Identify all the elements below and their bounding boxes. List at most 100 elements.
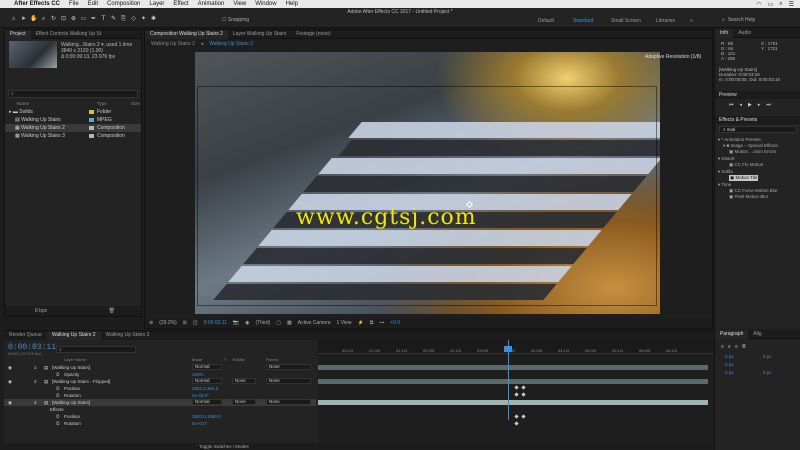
- layer-name[interactable]: [Walking Up Stairs - Flopped]: [52, 378, 110, 385]
- menu-effect[interactable]: Effect: [173, 1, 188, 7]
- indent-first-value[interactable]: 0 px: [725, 362, 734, 367]
- play-icon[interactable]: ▶: [748, 102, 752, 108]
- keyframe[interactable]: [514, 392, 519, 397]
- pan-behind-tool-icon[interactable]: ⊕: [70, 16, 77, 23]
- menu-animation[interactable]: Animation: [198, 1, 225, 7]
- space-before-value[interactable]: 0 px: [725, 370, 734, 375]
- project-item-comp-3[interactable]: ▦ Walking Up Stairs 3 Composition: [5, 132, 141, 140]
- eraser-tool-icon[interactable]: ◇: [130, 16, 137, 23]
- magnification-icon[interactable]: ⊕: [149, 320, 153, 326]
- project-item-solids[interactable]: ▸ ▬ Solids Folder: [5, 108, 141, 116]
- flowchart-icon[interactable]: ⊶: [379, 320, 384, 326]
- clone-stamp-tool-icon[interactable]: ⎘: [120, 16, 127, 23]
- tab-info[interactable]: Info: [715, 28, 734, 38]
- next-frame-icon[interactable]: ▸: [758, 102, 761, 108]
- col-layer-name[interactable]: Layer Name: [64, 357, 86, 362]
- grid-icon[interactable]: ⊞: [183, 320, 187, 326]
- property-row-opacity[interactable]: ⏱ Opacity 100%: [4, 371, 316, 378]
- property-value[interactable]: 0x+0.0°: [192, 420, 207, 427]
- tab-audio[interactable]: Audio: [733, 29, 756, 38]
- workspace-default[interactable]: Default: [538, 18, 554, 24]
- layer-bar-2[interactable]: [318, 379, 708, 384]
- menu-help[interactable]: Help: [286, 1, 298, 7]
- fx-pixel-motion-blur[interactable]: ▣ Pixel Motion Blur: [729, 194, 768, 200]
- rectangle-tool-icon[interactable]: ▭: [80, 16, 87, 23]
- indent-right-value[interactable]: 0 px: [763, 354, 772, 359]
- workspace-small-screen[interactable]: Small Screen: [611, 18, 641, 24]
- channel-icon[interactable]: ◉: [245, 320, 249, 326]
- playhead-line[interactable]: [508, 340, 509, 420]
- effects-search-input[interactable]: ⌕ moti: [719, 126, 797, 133]
- keyframe[interactable]: [514, 421, 519, 426]
- menu-file[interactable]: File: [69, 1, 79, 7]
- snapshot-icon[interactable]: 📷: [233, 320, 239, 326]
- layer-bounding-box[interactable]: [197, 86, 657, 306]
- selection-tool-icon[interactable]: ➤: [20, 16, 27, 23]
- puppet-tool-icon[interactable]: ✱: [150, 16, 157, 23]
- workspace-standard[interactable]: Standard: [573, 18, 593, 24]
- col-t[interactable]: T: [224, 357, 226, 362]
- fx-cc-flo-motion[interactable]: ▣ CC Flo Motion: [729, 162, 763, 168]
- tab-timeline-stairs-3[interactable]: Walking Up Stairs 3: [101, 331, 155, 340]
- align-center-icon[interactable]: ≡: [728, 344, 731, 350]
- visibility-eye-icon[interactable]: ◉: [8, 378, 12, 385]
- timeline-icon[interactable]: ⧉: [370, 320, 374, 326]
- property-row-position-3[interactable]: ⏱ Position 1920.0,1080.0: [4, 413, 316, 420]
- rotate-tool-icon[interactable]: ↻: [50, 16, 57, 23]
- composition-viewer[interactable]: [195, 52, 660, 314]
- last-frame-icon[interactable]: ⏭: [766, 102, 771, 108]
- brush-tool-icon[interactable]: ✎: [110, 16, 117, 23]
- track-matte-dropdown[interactable]: None: [232, 399, 256, 405]
- view-layout-dropdown[interactable]: 1 View: [337, 320, 352, 326]
- tab-effect-controls[interactable]: Effect Controls Walking Up St: [31, 30, 107, 39]
- menu-list-icon[interactable]: ☰: [789, 1, 794, 8]
- keyframe[interactable]: [514, 385, 519, 390]
- layer-name[interactable]: [Walking Up Stairs]: [52, 399, 90, 406]
- blend-mode-dropdown[interactable]: Normal: [192, 378, 222, 384]
- tab-render-queue[interactable]: Render Queue: [4, 331, 47, 340]
- keyframe[interactable]: [521, 414, 526, 419]
- project-search-input[interactable]: ⌕: [8, 90, 138, 98]
- layer-row-2[interactable]: ◉ 2 ▤ [Walking Up Stairs - Flopped] Norm…: [4, 378, 316, 385]
- justify-icon[interactable]: ≣: [742, 344, 746, 350]
- parent-dropdown[interactable]: None: [266, 378, 311, 384]
- indent-left-value[interactable]: 0 px: [725, 354, 734, 359]
- col-name[interactable]: Name: [17, 101, 29, 106]
- layer-bar-3[interactable]: [318, 400, 708, 405]
- fx-motion-tile[interactable]: ▣ Motion Tile: [729, 175, 759, 181]
- timeline-tracks[interactable]: 00:12f 01:00f 01:12f 02:00f 02:12f 03:00…: [318, 340, 713, 444]
- subtab-stairs-2[interactable]: Walking Up Stairs 2: [209, 40, 253, 48]
- preview-header[interactable]: Preview: [715, 91, 800, 99]
- layer-row-1[interactable]: ◉ 1 ▤ [Walking Up Stairs] Normal None: [4, 364, 316, 371]
- stopwatch-icon[interactable]: ⏱: [56, 413, 60, 420]
- mask-icon[interactable]: ◫: [193, 320, 198, 326]
- track-matte-dropdown[interactable]: None: [232, 378, 256, 384]
- col-parent[interactable]: Parent: [266, 357, 278, 362]
- viewer-timecode[interactable]: 0:00:03:11: [204, 320, 227, 326]
- stopwatch-icon[interactable]: ⏱: [56, 371, 60, 378]
- subtab-stairs-3[interactable]: Walking Up Stairs 3: [151, 40, 195, 48]
- tab-align[interactable]: Alig: [748, 330, 766, 339]
- zoom-tool-icon[interactable]: ⌕: [40, 16, 47, 23]
- menu-app-name[interactable]: After Effects CC: [14, 1, 60, 7]
- parent-dropdown[interactable]: None: [266, 399, 311, 405]
- property-row-rotation-3[interactable]: ⏱ Rotation 0x+0.0°: [4, 420, 316, 427]
- col-mode[interactable]: Mode: [192, 357, 202, 362]
- camera-dropdown[interactable]: Active Camera: [298, 320, 331, 326]
- col-size[interactable]: Size: [131, 101, 140, 106]
- home-icon[interactable]: ⌂: [10, 16, 17, 23]
- stopwatch-icon[interactable]: ⏱: [56, 392, 60, 399]
- resolution-dropdown[interactable]: (Third): [256, 320, 271, 326]
- zoom-dropdown[interactable]: (29.2%): [159, 320, 177, 326]
- stopwatch-icon[interactable]: ⏱: [56, 420, 60, 427]
- snapping-toggle[interactable]: ☐ Snapping: [222, 17, 249, 23]
- camera-tool-icon[interactable]: ⊡: [60, 16, 67, 23]
- spotlight-icon[interactable]: ⌕: [779, 1, 782, 8]
- bpc-button[interactable]: 8 bpc: [35, 308, 47, 314]
- project-item-comp-2[interactable]: ▦ Walking Up Stairs 2 Composition: [5, 124, 141, 132]
- col-trkmat[interactable]: TrkMat: [232, 357, 244, 362]
- tab-footage[interactable]: Footage (none): [291, 30, 335, 39]
- search-help[interactable]: ⌕ Search Help: [722, 16, 792, 24]
- pen-tool-icon[interactable]: ✒: [90, 16, 97, 23]
- hand-tool-icon[interactable]: ✋: [30, 16, 37, 23]
